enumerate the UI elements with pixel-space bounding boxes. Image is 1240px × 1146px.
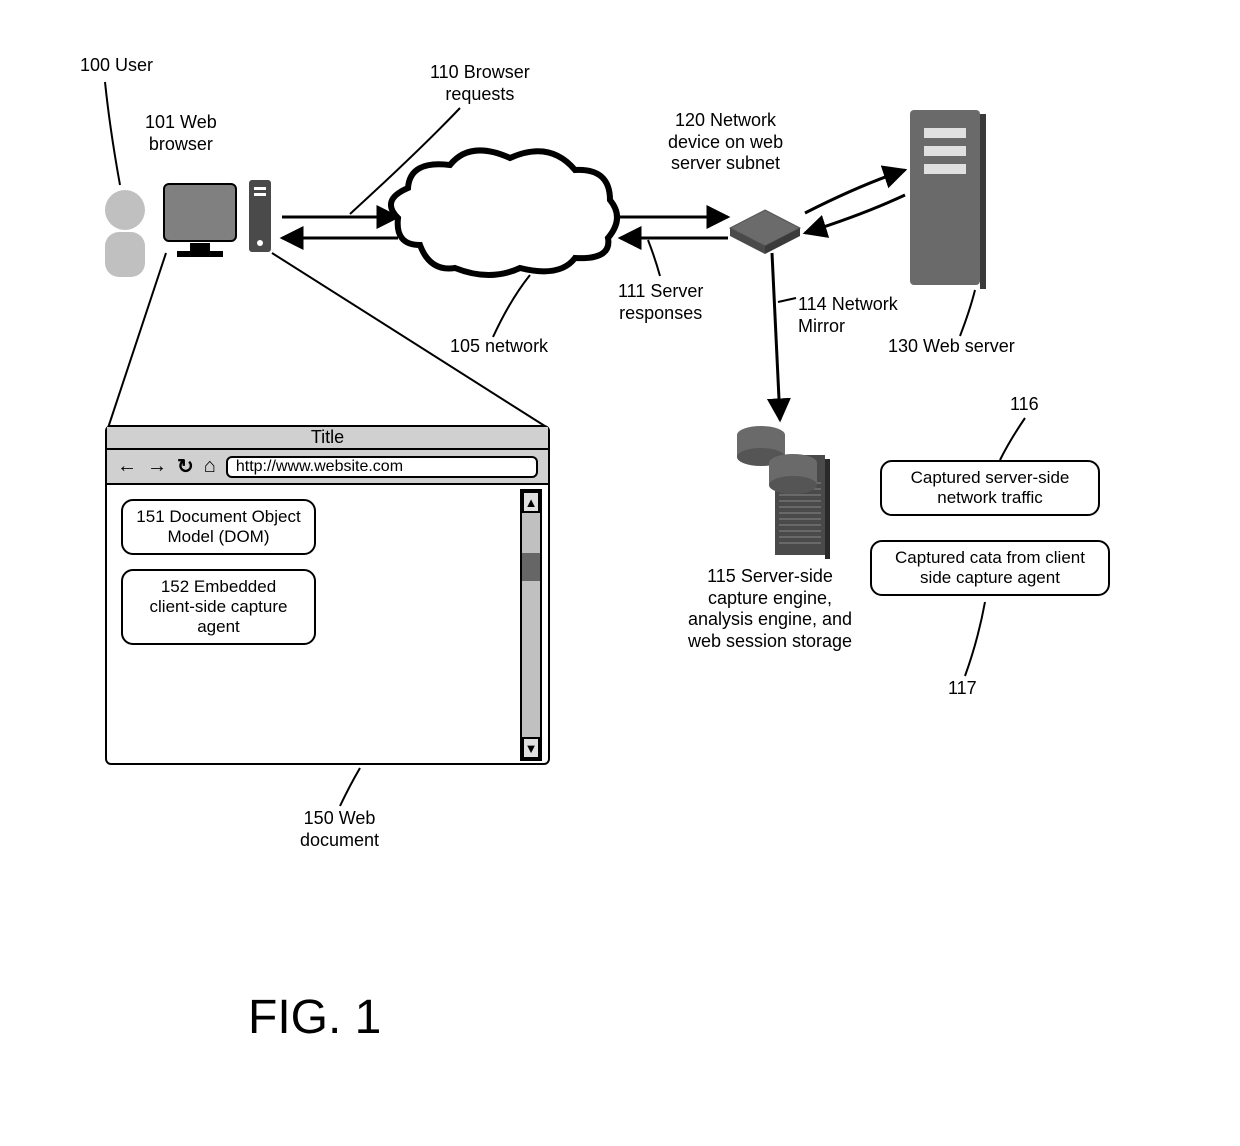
scrollbar[interactable]: ▲ ▼ [520,489,542,761]
scroll-up-icon[interactable]: ▲ [522,491,540,513]
storage-icon [737,426,830,559]
forward-icon[interactable]: → [147,455,167,478]
label-server-responses: 111 Server responses [618,281,703,324]
label-web-document: 150 Web document [300,808,379,851]
home-icon[interactable]: ⌂ [204,455,216,478]
label-user: 100 User [80,55,153,77]
label-web-browser: 101 Web browser [145,112,217,155]
url-input[interactable]: http://www.website.com [226,456,538,478]
server-icon [910,110,986,289]
reload-icon[interactable]: ↻ [177,454,194,479]
browser-toolbar: ← → ↻ ⌂ http://www.website.com [107,450,548,485]
label-web-server: 130 Web server [888,336,1015,358]
back-icon[interactable]: ← [117,455,137,478]
scroll-down-icon[interactable]: ▼ [522,737,540,759]
box-dom: 151 Document Object Model (DOM) [121,499,316,555]
label-117: 117 [948,678,977,700]
label-116: 116 [1010,394,1039,416]
box-captured-client: Captured cata from client side capture a… [870,540,1110,596]
browser-window: Title ← → ↻ ⌂ http://www.website.com 151… [105,425,550,765]
label-network: 105 network [450,336,548,358]
scroll-handle[interactable] [522,553,540,581]
computer-icon [165,180,271,257]
label-browser-requests: 110 Browser requests [430,62,530,105]
box-captured-traffic: Captured server-side network traffic [880,460,1100,516]
browser-title: Title [107,427,548,450]
figure-label: FIG. 1 [248,990,381,1045]
user-icon [105,190,145,277]
box-agent: 152 Embedded client-side capture agent [121,569,316,645]
label-network-mirror: 114 Network Mirror [798,294,898,337]
cloud-icon [391,150,617,275]
label-network-device: 120 Network device on web server subnet [668,110,783,175]
label-server-side-engine: 115 Server-side capture engine, analysis… [680,566,860,652]
network-device-icon [730,210,800,254]
